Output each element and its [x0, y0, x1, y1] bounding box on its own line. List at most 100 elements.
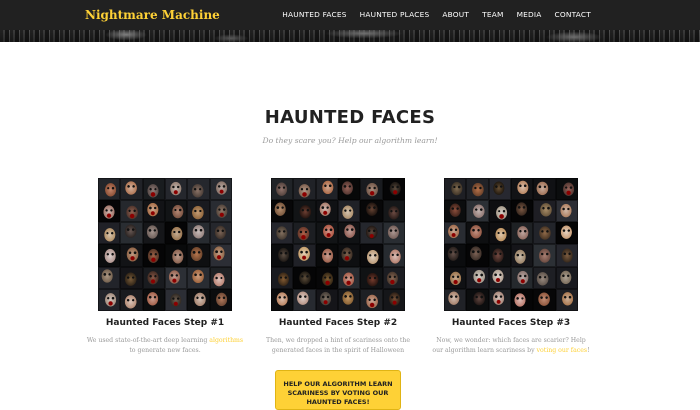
- face-tile: [466, 222, 489, 245]
- face-tile: [338, 244, 361, 267]
- cta-label: HELP OUR ALGORITHM LEARN SCARINESS BY VO…: [283, 379, 393, 406]
- voting-faces-link[interactable]: voting our faces: [537, 347, 588, 354]
- nav-media[interactable]: MEDIA: [517, 10, 542, 19]
- face-tile: [338, 266, 361, 289]
- face-tile: [488, 244, 511, 267]
- nav-about[interactable]: ABOUT: [442, 10, 469, 19]
- face-tile: [142, 266, 165, 289]
- cta-vote-button[interactable]: HELP OUR ALGORITHM LEARN SCARINESS BY VO…: [275, 370, 401, 410]
- face-tile: [382, 266, 405, 289]
- face-tile: [142, 200, 165, 223]
- face-tile: [293, 266, 316, 289]
- face-tile: [165, 222, 188, 245]
- face-tile: [488, 266, 511, 289]
- face-tile: [555, 178, 578, 201]
- face-tile: [120, 200, 143, 223]
- step-1: Haunted Faces Step #1 We used state-of-t…: [85, 178, 245, 356]
- face-tile: [120, 178, 143, 201]
- face-tile: [187, 244, 210, 267]
- face-tile: [466, 200, 489, 223]
- face-tile: [315, 244, 338, 267]
- face-tile: [360, 200, 383, 223]
- step-3: Haunted Faces Step #3 Now, we wonder: wh…: [431, 178, 591, 356]
- face-tile: [315, 222, 338, 245]
- nav-team[interactable]: TEAM: [482, 10, 503, 19]
- face-tile: [466, 266, 489, 289]
- algorithms-link[interactable]: algorithms: [209, 337, 243, 344]
- face-tile: [165, 200, 188, 223]
- face-tile: [315, 178, 338, 201]
- face-tile: [488, 288, 511, 311]
- step-1-title: Haunted Faces Step #1: [105, 318, 225, 328]
- face-tile: [293, 244, 316, 267]
- face-tile: [142, 244, 165, 267]
- face-tile: [315, 288, 338, 311]
- brand-logo[interactable]: Nightmare Machine: [85, 8, 220, 22]
- face-tile: [271, 244, 294, 267]
- face-tile: [466, 244, 489, 267]
- step-3-text-after: !: [587, 347, 590, 354]
- face-tile: [98, 244, 121, 267]
- face-tile: [271, 266, 294, 289]
- face-tile: [444, 244, 467, 267]
- face-tile: [444, 266, 467, 289]
- face-tile: [98, 200, 121, 223]
- face-tile: [555, 288, 578, 311]
- face-tile: [209, 288, 232, 311]
- face-tile: [511, 266, 534, 289]
- face-tile: [511, 222, 534, 245]
- face-tile: [533, 222, 556, 245]
- faces-mosaic-step-1: [98, 178, 232, 311]
- face-tile: [444, 200, 467, 223]
- face-tile: [533, 244, 556, 267]
- face-tile: [555, 200, 578, 223]
- face-tile: [382, 244, 405, 267]
- step-2-text: Then, we dropped a hint of scariness ont…: [265, 337, 411, 354]
- faces-mosaic-step-3: [444, 178, 578, 311]
- face-tile: [271, 178, 294, 201]
- face-tile: [555, 222, 578, 245]
- face-tile: [533, 200, 556, 223]
- face-tile: [165, 244, 188, 267]
- face-tile: [382, 178, 405, 201]
- face-tile: [466, 178, 489, 201]
- face-tile: [165, 266, 188, 289]
- face-tile: [165, 288, 188, 311]
- face-tile: [533, 178, 556, 201]
- face-tile: [120, 244, 143, 267]
- face-tile: [533, 266, 556, 289]
- face-tile: [511, 200, 534, 223]
- face-tile: [360, 178, 383, 201]
- face-tile: [511, 244, 534, 267]
- face-tile: [533, 288, 556, 311]
- face-tile: [142, 288, 165, 311]
- face-tile: [511, 178, 534, 201]
- face-tile: [338, 178, 361, 201]
- face-tile: [187, 288, 210, 311]
- nav-contact[interactable]: CONTACT: [555, 10, 591, 19]
- face-tile: [187, 178, 210, 201]
- face-tile: [209, 244, 232, 267]
- face-tile: [209, 200, 232, 223]
- face-tile: [293, 200, 316, 223]
- nav-haunted-places[interactable]: HAUNTED PLACES: [360, 10, 430, 19]
- face-tile: [360, 244, 383, 267]
- face-tile: [187, 222, 210, 245]
- face-tile: [187, 200, 210, 223]
- step-1-text-after: to generate new faces.: [129, 347, 201, 354]
- face-tile: [338, 200, 361, 223]
- step-2-title: Haunted Faces Step #2: [278, 318, 398, 328]
- face-tile: [444, 178, 467, 201]
- nav-haunted-faces[interactable]: HAUNTED FACES: [282, 10, 346, 19]
- face-tile: [382, 222, 405, 245]
- face-tile: [293, 222, 316, 245]
- face-tile: [338, 288, 361, 311]
- face-tile: [488, 178, 511, 201]
- faces-mosaic-step-2: [271, 178, 405, 311]
- face-tile: [511, 288, 534, 311]
- step-3-text: Now, we wonder: which faces are scarier?…: [431, 336, 591, 356]
- face-tile: [360, 222, 383, 245]
- section-subtitle: Do they scare you? Help our algorithm le…: [262, 136, 438, 145]
- face-tile: [360, 288, 383, 311]
- face-tile: [466, 288, 489, 311]
